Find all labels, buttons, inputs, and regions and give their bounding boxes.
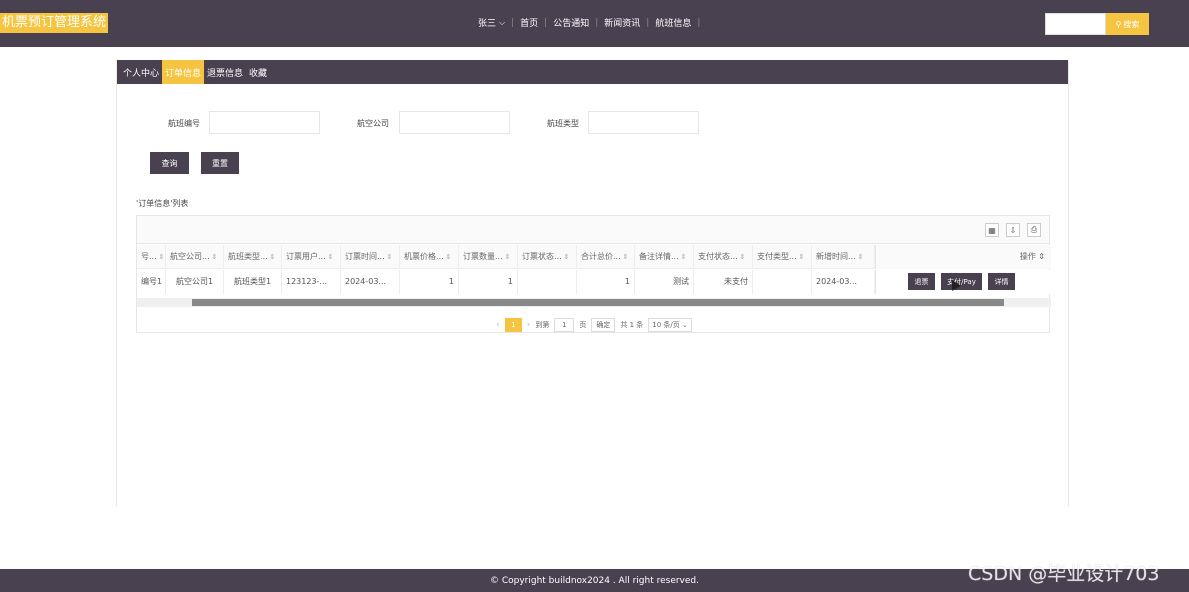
column-header[interactable]: 合计总价... ⇕ (577, 245, 635, 269)
pagination: ‹ 1 › 到第 1 页 确定 共 1 条 10 条/页 ⌄ (137, 317, 1051, 333)
goto-confirm-button[interactable]: 确定 (591, 318, 616, 332)
top-nav: 张三 ⌵ | 首页 | 公告通知 | 新闻资讯 | 航班信息 | (478, 16, 706, 30)
list-title: '订单信息'列表 (136, 199, 189, 208)
top-navbar: 机票预订管理系统 张三 ⌵ | 首页 | 公告通知 | 新闻资讯 | 航班信息 … (0, 0, 1189, 47)
print-icon[interactable]: ⎙ (1027, 223, 1041, 237)
column-header[interactable]: 订票数量... ⇕ (459, 245, 518, 269)
total-count: 共 1 条 (620, 321, 644, 329)
scrollbar-thumb[interactable] (192, 299, 1004, 306)
query-button[interactable]: 查询 (150, 152, 189, 174)
cell-payment-type (753, 270, 812, 294)
search-input[interactable] (1045, 13, 1106, 35)
next-page-icon[interactable]: › (527, 320, 531, 330)
cell-remarks: 测试 (635, 270, 694, 294)
airline-label: 航空公司 (357, 119, 389, 128)
columns-icon[interactable]: ▦ (985, 223, 999, 237)
flight-number-field[interactable] (209, 111, 320, 134)
cell-created-time: 2024-03... (812, 270, 875, 294)
row-actions: 退票 支付/Pay 详情 (875, 270, 1051, 294)
column-header[interactable]: 支付类型... ⇕ (753, 245, 812, 269)
cell-booking-status (518, 270, 577, 294)
watermark: CSDN @毕业设计703 (968, 563, 1160, 585)
goto-page-input[interactable]: 1 (554, 318, 575, 332)
orders-table: ▦ ⇩ ⎙ 号... ⇕ 航空公司... ⇕ 航班类型... ⇕ 订票用户... ⇕ 订… (136, 215, 1051, 333)
actions-column-header: 操作 ⇕ (875, 245, 1051, 269)
site-logo[interactable]: 机票预订管理系统 (0, 13, 109, 33)
column-header[interactable]: 备注详情... ⇕ (635, 245, 694, 269)
column-header[interactable]: 机票价格... ⇕ (400, 245, 459, 269)
cell-ticket-price: 1 (400, 270, 459, 294)
cell-flight-number: 编号1 (137, 270, 166, 294)
page-current[interactable]: 1 (504, 318, 522, 332)
column-header[interactable]: 支付状态... ⇕ (694, 245, 753, 269)
nav-divider: | (511, 17, 515, 28)
goto-label: 到第 (535, 321, 550, 329)
prev-page-icon[interactable]: ‹ (496, 320, 500, 330)
content-card: 个人中心 订单信息 退票信息 收藏 航班编号 航空公司 航班类型 查询 重置 '… (116, 60, 1069, 506)
user-name: 张三 (478, 19, 497, 29)
flight-type-label: 航班类型 (547, 119, 579, 128)
column-header[interactable]: 号... ⇕ (137, 245, 166, 269)
tab-order-info[interactable]: 订单信息 (162, 60, 205, 84)
nav-home[interactable]: 首页 (520, 16, 538, 29)
nav-divider: | (544, 17, 548, 28)
nav-divider: | (697, 17, 701, 28)
cell-booking-user: 123123-... (282, 270, 341, 294)
search-icon: ⚲ (1115, 19, 1122, 29)
column-header[interactable]: 订票用户... ⇕ (282, 245, 341, 269)
flight-type-field[interactable] (588, 111, 699, 134)
column-header[interactable]: 航空公司... ⇕ (166, 245, 224, 269)
cell-flight-type: 航班类型1 (224, 270, 282, 294)
cell-total-price: 1 (577, 270, 635, 294)
nav-notice[interactable]: 公告通知 (553, 16, 589, 29)
page-size-select[interactable]: 10 条/页 ⌄ (648, 318, 692, 332)
column-header[interactable]: 航班类型... ⇕ (224, 245, 282, 269)
tab-bar: 个人中心 订单信息 退票信息 收藏 (117, 60, 1068, 84)
column-header[interactable]: 订票状态... ⇕ (518, 245, 577, 269)
table-toolbar: ▦ ⇩ ⎙ (137, 216, 1049, 244)
filter-form: 航班编号 航空公司 航班类型 (117, 111, 1068, 135)
flight-number-label: 航班编号 (168, 119, 200, 128)
table-header: 号... ⇕ 航空公司... ⇕ 航班类型... ⇕ 订票用户... ⇕ 订票时间...… (137, 245, 1051, 269)
column-header[interactable]: 订票时间... ⇕ (341, 245, 400, 269)
reset-button[interactable]: 重置 (201, 152, 239, 174)
export-icon[interactable]: ⇩ (1006, 223, 1020, 237)
tab-refund-info[interactable]: 退票信息 (204, 60, 246, 84)
cell-airline: 航空公司1 (166, 270, 224, 294)
search-button-label: 搜索 (1123, 19, 1140, 29)
cell-ticket-count: 1 (459, 270, 518, 294)
cell-booking-time: 2024-03... (341, 270, 400, 294)
refund-button[interactable]: 退票 (908, 273, 935, 290)
tab-favorites[interactable]: 收藏 (246, 60, 270, 84)
table-row: 编号1 航空公司1 航班类型1 123123-... 2024-03... 1 … (137, 270, 1051, 294)
nav-divider: | (595, 17, 599, 28)
cell-payment-status: 未支付 (694, 270, 753, 294)
nav-divider: | (646, 17, 650, 28)
chevron-down-icon: ⌵ (499, 17, 506, 27)
tab-personal-center[interactable]: 个人中心 (120, 60, 162, 84)
search-button[interactable]: ⚲ 搜索 (1106, 13, 1149, 35)
user-menu[interactable]: 张三 ⌵ (478, 16, 506, 30)
column-header[interactable]: 新增时间... ⇕ (812, 245, 875, 269)
detail-button[interactable]: 详情 (988, 273, 1015, 290)
nav-flights[interactable]: 航班信息 (655, 16, 691, 29)
page-unit-label: 页 (579, 321, 587, 329)
airline-field[interactable] (399, 111, 510, 134)
horizontal-scrollbar[interactable] (137, 298, 1051, 307)
nav-news[interactable]: 新闻资讯 (604, 16, 640, 29)
